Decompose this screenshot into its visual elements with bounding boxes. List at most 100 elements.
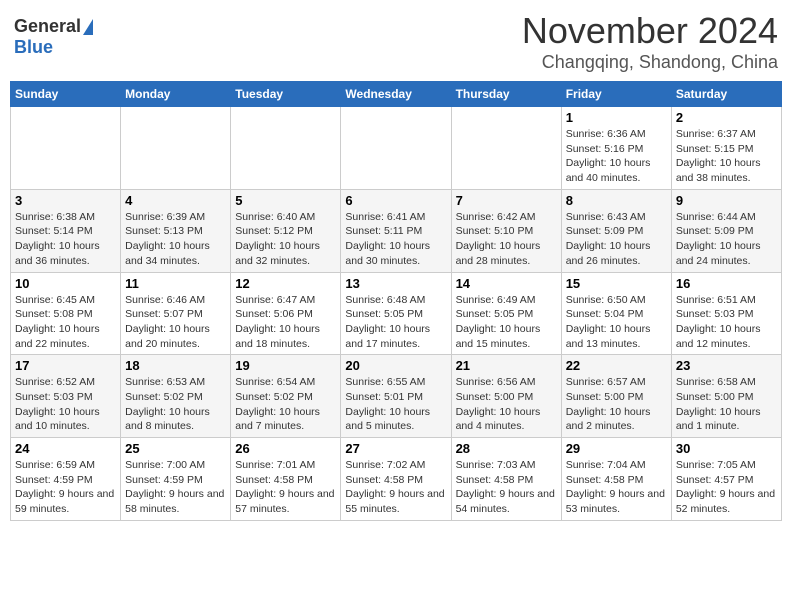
day-info: Sunrise: 6:47 AM Sunset: 5:06 PM Dayligh… bbox=[235, 293, 336, 352]
logo-triangle-icon bbox=[83, 19, 93, 35]
day-info: Sunrise: 6:39 AM Sunset: 5:13 PM Dayligh… bbox=[125, 210, 226, 269]
calendar-cell: 3 Sunrise: 6:38 AM Sunset: 5:14 PM Daylig… bbox=[11, 189, 121, 272]
day-number: 4 bbox=[125, 193, 226, 208]
weekday-header-wednesday: Wednesday bbox=[341, 82, 451, 107]
day-info: Sunrise: 6:53 AM Sunset: 5:02 PM Dayligh… bbox=[125, 375, 226, 434]
calendar-cell: 16 Sunrise: 6:51 AM Sunset: 5:03 PM Dayli… bbox=[671, 272, 781, 355]
calendar-cell: 27 Sunrise: 7:02 AM Sunset: 4:58 PM Dayli… bbox=[341, 438, 451, 521]
weekday-header-saturday: Saturday bbox=[671, 82, 781, 107]
calendar-cell: 18 Sunrise: 6:53 AM Sunset: 5:02 PM Dayli… bbox=[121, 355, 231, 438]
calendar-cell: 21Sunrise: 6:56 AM Sunset: 5:00 PM Dayli… bbox=[451, 355, 561, 438]
day-info: Sunrise: 6:59 AM Sunset: 4:59 PM Dayligh… bbox=[15, 458, 116, 517]
calendar-cell: 12 Sunrise: 6:47 AM Sunset: 5:06 PM Dayli… bbox=[231, 272, 341, 355]
day-number: 12 bbox=[235, 276, 336, 291]
calendar-cell bbox=[341, 107, 451, 190]
calendar-cell bbox=[231, 107, 341, 190]
day-number: 5 bbox=[235, 193, 336, 208]
day-number: 22 bbox=[566, 358, 667, 373]
day-number: 16 bbox=[676, 276, 777, 291]
calendar-cell: 7Sunrise: 6:42 AM Sunset: 5:10 PM Daylig… bbox=[451, 189, 561, 272]
day-info: Sunrise: 6:41 AM Sunset: 5:11 PM Dayligh… bbox=[345, 210, 446, 269]
weekday-header-thursday: Thursday bbox=[451, 82, 561, 107]
calendar-cell: 19 Sunrise: 6:54 AM Sunset: 5:02 PM Dayli… bbox=[231, 355, 341, 438]
day-info: Sunrise: 6:55 AM Sunset: 5:01 PM Dayligh… bbox=[345, 375, 446, 434]
day-info: Sunrise: 6:45 AM Sunset: 5:08 PM Dayligh… bbox=[15, 293, 116, 352]
calendar-cell: 13Sunrise: 6:48 AM Sunset: 5:05 PM Dayli… bbox=[341, 272, 451, 355]
day-info: Sunrise: 6:38 AM Sunset: 5:14 PM Dayligh… bbox=[15, 210, 116, 269]
day-info: Sunrise: 6:37 AM Sunset: 5:15 PM Dayligh… bbox=[676, 127, 777, 186]
day-number: 24 bbox=[15, 441, 116, 456]
calendar-cell: 26 Sunrise: 7:01 AM Sunset: 4:58 PM Dayli… bbox=[231, 438, 341, 521]
weekday-header-tuesday: Tuesday bbox=[231, 82, 341, 107]
day-info: Sunrise: 6:51 AM Sunset: 5:03 PM Dayligh… bbox=[676, 293, 777, 352]
page-header: General Blue November 2024 Changqing, Sh… bbox=[10, 10, 782, 73]
calendar-week-3: 10 Sunrise: 6:45 AM Sunset: 5:08 PM Dayli… bbox=[11, 272, 782, 355]
day-info: Sunrise: 6:49 AM Sunset: 5:05 PM Dayligh… bbox=[456, 293, 557, 352]
day-info: Sunrise: 6:36 AM Sunset: 5:16 PM Dayligh… bbox=[566, 127, 667, 186]
calendar-cell: 17Sunrise: 6:52 AM Sunset: 5:03 PM Dayli… bbox=[11, 355, 121, 438]
weekday-header-sunday: Sunday bbox=[11, 82, 121, 107]
calendar-cell: 23Sunrise: 6:58 AM Sunset: 5:00 PM Dayli… bbox=[671, 355, 781, 438]
calendar-cell: 8Sunrise: 6:43 AM Sunset: 5:09 PM Daylig… bbox=[561, 189, 671, 272]
day-info: Sunrise: 6:43 AM Sunset: 5:09 PM Dayligh… bbox=[566, 210, 667, 269]
calendar-week-2: 3 Sunrise: 6:38 AM Sunset: 5:14 PM Daylig… bbox=[11, 189, 782, 272]
weekday-header-monday: Monday bbox=[121, 82, 231, 107]
day-number: 20 bbox=[345, 358, 446, 373]
day-number: 26 bbox=[235, 441, 336, 456]
day-info: Sunrise: 7:03 AM Sunset: 4:58 PM Dayligh… bbox=[456, 458, 557, 517]
day-number: 18 bbox=[125, 358, 226, 373]
calendar-cell: 6 Sunrise: 6:41 AM Sunset: 5:11 PM Daylig… bbox=[341, 189, 451, 272]
logo-general-text: General bbox=[14, 16, 81, 37]
day-info: Sunrise: 6:42 AM Sunset: 5:10 PM Dayligh… bbox=[456, 210, 557, 269]
day-number: 15 bbox=[566, 276, 667, 291]
calendar-cell: 24 Sunrise: 6:59 AM Sunset: 4:59 PM Dayli… bbox=[11, 438, 121, 521]
weekday-header-friday: Friday bbox=[561, 82, 671, 107]
calendar-week-5: 24 Sunrise: 6:59 AM Sunset: 4:59 PM Dayli… bbox=[11, 438, 782, 521]
calendar-cell bbox=[11, 107, 121, 190]
day-info: Sunrise: 6:52 AM Sunset: 5:03 PM Dayligh… bbox=[15, 375, 116, 434]
calendar-cell: 14Sunrise: 6:49 AM Sunset: 5:05 PM Dayli… bbox=[451, 272, 561, 355]
day-info: Sunrise: 6:40 AM Sunset: 5:12 PM Dayligh… bbox=[235, 210, 336, 269]
day-number: 23 bbox=[676, 358, 777, 373]
day-number: 6 bbox=[345, 193, 446, 208]
calendar-cell: 2 Sunrise: 6:37 AM Sunset: 5:15 PM Daylig… bbox=[671, 107, 781, 190]
day-number: 10 bbox=[15, 276, 116, 291]
title-block: November 2024 Changqing, Shandong, China bbox=[522, 10, 778, 73]
month-title: November 2024 bbox=[522, 10, 778, 52]
day-info: Sunrise: 6:48 AM Sunset: 5:05 PM Dayligh… bbox=[345, 293, 446, 352]
day-number: 30 bbox=[676, 441, 777, 456]
calendar-cell: 29 Sunrise: 7:04 AM Sunset: 4:58 PM Dayli… bbox=[561, 438, 671, 521]
calendar-cell: 15 Sunrise: 6:50 AM Sunset: 5:04 PM Dayli… bbox=[561, 272, 671, 355]
calendar-week-1: 1 Sunrise: 6:36 AM Sunset: 5:16 PM Daylig… bbox=[11, 107, 782, 190]
calendar-cell: 28 Sunrise: 7:03 AM Sunset: 4:58 PM Dayli… bbox=[451, 438, 561, 521]
day-number: 11 bbox=[125, 276, 226, 291]
day-number: 9 bbox=[676, 193, 777, 208]
day-info: Sunrise: 7:01 AM Sunset: 4:58 PM Dayligh… bbox=[235, 458, 336, 517]
calendar-cell: 1 Sunrise: 6:36 AM Sunset: 5:16 PM Daylig… bbox=[561, 107, 671, 190]
day-number: 2 bbox=[676, 110, 777, 125]
day-number: 1 bbox=[566, 110, 667, 125]
calendar-cell: 25 Sunrise: 7:00 AM Sunset: 4:59 PM Dayli… bbox=[121, 438, 231, 521]
day-number: 27 bbox=[345, 441, 446, 456]
day-number: 25 bbox=[125, 441, 226, 456]
calendar-table: SundayMondayTuesdayWednesdayThursdayFrid… bbox=[10, 81, 782, 521]
day-info: Sunrise: 6:46 AM Sunset: 5:07 PM Dayligh… bbox=[125, 293, 226, 352]
calendar-cell bbox=[451, 107, 561, 190]
weekday-header-row: SundayMondayTuesdayWednesdayThursdayFrid… bbox=[11, 82, 782, 107]
logo: General Blue bbox=[14, 16, 93, 58]
day-info: Sunrise: 6:50 AM Sunset: 5:04 PM Dayligh… bbox=[566, 293, 667, 352]
day-number: 29 bbox=[566, 441, 667, 456]
day-info: Sunrise: 7:04 AM Sunset: 4:58 PM Dayligh… bbox=[566, 458, 667, 517]
calendar-cell: 4 Sunrise: 6:39 AM Sunset: 5:13 PM Daylig… bbox=[121, 189, 231, 272]
day-info: Sunrise: 7:02 AM Sunset: 4:58 PM Dayligh… bbox=[345, 458, 446, 517]
calendar-cell bbox=[121, 107, 231, 190]
calendar-cell: 10 Sunrise: 6:45 AM Sunset: 5:08 PM Dayli… bbox=[11, 272, 121, 355]
day-number: 19 bbox=[235, 358, 336, 373]
day-info: Sunrise: 6:54 AM Sunset: 5:02 PM Dayligh… bbox=[235, 375, 336, 434]
calendar-week-4: 17Sunrise: 6:52 AM Sunset: 5:03 PM Dayli… bbox=[11, 355, 782, 438]
day-number: 28 bbox=[456, 441, 557, 456]
day-number: 3 bbox=[15, 193, 116, 208]
day-info: Sunrise: 7:00 AM Sunset: 4:59 PM Dayligh… bbox=[125, 458, 226, 517]
calendar-cell: 22 Sunrise: 6:57 AM Sunset: 5:00 PM Dayli… bbox=[561, 355, 671, 438]
day-info: Sunrise: 6:57 AM Sunset: 5:00 PM Dayligh… bbox=[566, 375, 667, 434]
